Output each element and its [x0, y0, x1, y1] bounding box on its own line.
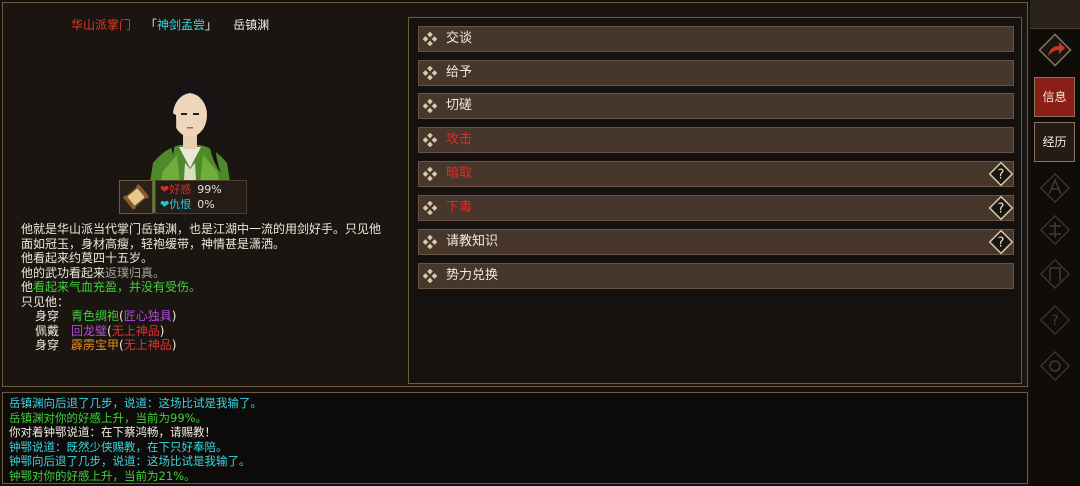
martial-arts-icon[interactable]: [1037, 170, 1073, 206]
give-button[interactable]: 给予: [418, 60, 1014, 86]
quality-close: ): [171, 338, 177, 352]
equipment-kind: 身穿: [35, 338, 60, 352]
learn-knowledge-button[interactable]: 请教知识 ?: [418, 229, 1014, 255]
action-menu: 交谈 给予 切磋 攻击 暗取 ? 下毒 ? 请教知识 ? 势力兑换: [408, 17, 1022, 384]
hatred-label: 仇恨: [169, 198, 192, 211]
favor-label: 好感: [169, 183, 192, 196]
equipment-item[interactable]: 身穿 青色绸袍(匠心独具): [21, 309, 391, 324]
see-label: 只见他：: [21, 294, 70, 309]
equipment-quality: 无上神品: [111, 323, 160, 338]
side-bar: 信息 经历 ?: [1030, 0, 1080, 486]
nickname-close: 」: [205, 18, 218, 32]
log-line: 钟鄂说道：既然少侠赐教，在下只好奉陪。: [9, 439, 228, 454]
heart-icon: ❤: [160, 198, 170, 211]
diamond-cluster-icon: [423, 66, 437, 80]
steal-button[interactable]: 暗取 ?: [418, 161, 1014, 187]
question-diamond-icon[interactable]: ?: [987, 160, 1015, 188]
health-prefix: 他: [21, 280, 34, 294]
attack-button[interactable]: 攻击: [418, 127, 1014, 153]
talk-button[interactable]: 交谈: [418, 26, 1014, 52]
tab-info[interactable]: 信息: [1034, 77, 1075, 117]
study-icon[interactable]: [1037, 212, 1073, 248]
sect-title: 华山派掌门: [71, 18, 132, 32]
nickname: 神剑孟尝: [157, 18, 206, 32]
log-line: 钟鄂向后退了几步，说道：这场比试是我输了。: [9, 454, 251, 468]
martial-text: 他的武功看起来返璞归真。: [21, 266, 391, 281]
log-line: 岳镇渊对你的好感上升，当前为99%。: [9, 410, 208, 425]
svg-text:?: ?: [998, 236, 1005, 251]
equipment-name: 霹雳宝甲: [71, 338, 120, 352]
diamond-cluster-icon: [423, 201, 437, 215]
side-bar-header: [1030, 0, 1080, 29]
diamond-cluster-icon: [423, 133, 437, 147]
favor-value: 99%: [197, 183, 222, 196]
quality-close: ): [171, 309, 177, 323]
equipment-item[interactable]: 佩戴 回龙璧(无上神品): [21, 324, 391, 339]
character-info-panel: 华山派掌门 「神剑孟尝」 岳镇渊 ❤好感 99% ❤仇恨 0% 他就是华山派当代…: [2, 2, 1028, 387]
intro-text: 他就是华山派当代掌门岳镇渊，也是江湖中一流的用剑好手。只见他面如冠玉，身材高瘦，…: [21, 222, 382, 251]
action-label: 暗取: [446, 166, 473, 181]
favor-row: ❤好感 99%: [160, 182, 242, 197]
poison-button[interactable]: 下毒 ?: [418, 195, 1014, 221]
equipment-name: 回龙璧: [71, 323, 108, 338]
scroll-icon[interactable]: [119, 180, 153, 214]
relationship-stats: ❤好感 99% ❤仇恨 0%: [155, 180, 247, 214]
diamond-cluster-icon: [423, 269, 437, 283]
share-arrow-icon[interactable]: [1037, 32, 1073, 68]
log-line: 岳镇渊向后退了几步，说道：这场比试是我输了。: [9, 396, 262, 410]
martial-prefix: 他的武功看起来: [21, 265, 106, 280]
faction-exchange-button[interactable]: 势力兑换: [418, 263, 1014, 289]
character-name: 岳镇渊: [233, 18, 270, 32]
question-diamond-icon[interactable]: ?: [987, 194, 1015, 222]
message-log[interactable]: 岳镇渊向后退了几步，说道：这场比试是我输了。 岳镇渊对你的好感上升，当前为99%…: [2, 392, 1028, 484]
svg-text:?: ?: [998, 202, 1005, 217]
action-label: 交谈: [446, 31, 473, 46]
log-line: 钟鄂对你的好感上升，当前为21%。: [9, 468, 196, 483]
spar-button[interactable]: 切磋: [418, 93, 1014, 119]
action-label: 下毒: [446, 200, 473, 215]
character-title: 华山派掌门 「神剑孟尝」 岳镇渊: [71, 16, 269, 33]
equipment-quality: 无上神品: [123, 338, 172, 352]
settings-icon[interactable]: [1037, 348, 1073, 384]
action-label: 切磋: [446, 98, 473, 113]
age-text: 他看起来约莫四十五岁。: [21, 251, 154, 265]
action-label: 给予: [446, 65, 473, 80]
character-description: 他就是华山派当代掌门岳镇渊，也是江湖中一流的用剑好手。只见他面如冠玉，身材高瘦，…: [21, 222, 391, 353]
equipment-item[interactable]: 身穿 霹雳宝甲(无上神品): [21, 338, 391, 353]
martial-level: 返璞归真。: [105, 265, 166, 280]
action-label: 请教知识: [446, 234, 499, 249]
diamond-cluster-icon: [423, 235, 437, 249]
sect-icon[interactable]: [1037, 256, 1073, 292]
health-status: 看起来气血充盈，并没有受伤。: [33, 280, 202, 294]
tab-history[interactable]: 经历: [1034, 122, 1075, 162]
health-text: 他看起来气血充盈，并没有受伤。: [21, 280, 391, 295]
diamond-cluster-icon: [423, 99, 437, 113]
svg-text:?: ?: [998, 168, 1005, 183]
equipment-list: 身穿 青色绸袍(匠心独具) 佩戴 回龙璧(无上神品) 身穿 霹雳宝甲(无上神品): [21, 309, 391, 353]
equipment-kind: 佩戴: [35, 323, 60, 338]
hatred-row: ❤仇恨 0%: [160, 197, 242, 212]
log-line: 你对着钟鄂说道：在下蔡鸿畅，请赐教！: [9, 425, 216, 439]
nickname-open: 「: [145, 18, 158, 32]
equipment-quality: 匠心独具: [123, 309, 172, 323]
question-diamond-icon[interactable]: ?: [1037, 302, 1073, 338]
svg-text:?: ?: [1051, 313, 1058, 329]
heart-icon: ❤: [160, 183, 170, 196]
equipment-kind: 身穿: [35, 309, 60, 323]
quality-close: ): [159, 323, 165, 338]
equipment-name: 青色绸袍: [71, 309, 120, 323]
diamond-cluster-icon: [423, 167, 437, 181]
question-diamond-icon[interactable]: ?: [987, 228, 1015, 256]
diamond-cluster-icon: [423, 32, 437, 46]
hatred-value: 0%: [197, 198, 215, 211]
action-label: 攻击: [446, 132, 473, 147]
action-label: 势力兑换: [446, 268, 499, 283]
